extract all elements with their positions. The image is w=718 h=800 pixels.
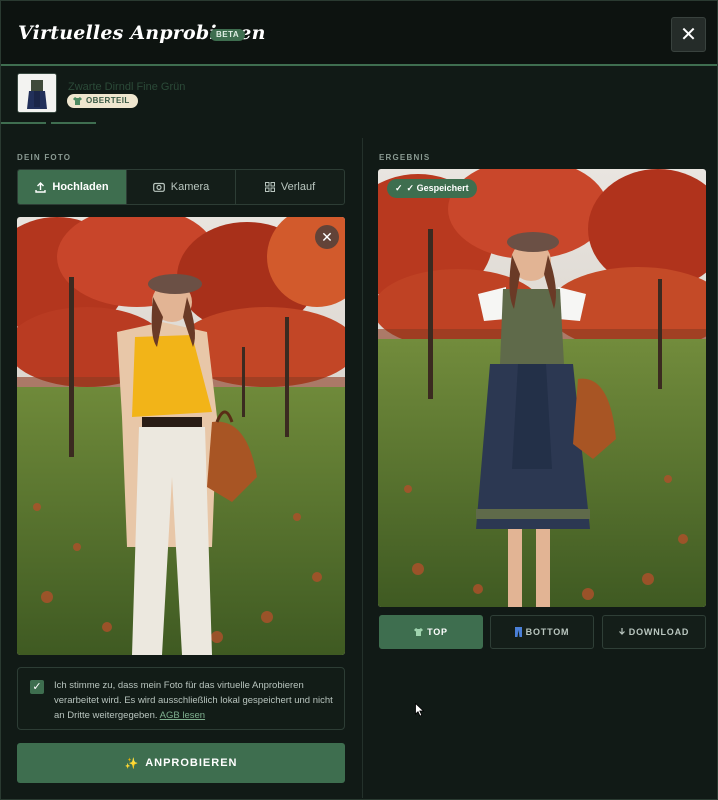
download-button[interactable]: DOWNLOAD	[602, 615, 706, 649]
saved-badge-label: ✓ Gespeichert	[406, 183, 469, 193]
progress-segment-1	[1, 122, 46, 124]
panel-divider	[362, 138, 363, 798]
grid-icon	[264, 182, 275, 192]
progress-segment-2	[51, 122, 96, 124]
product-thumbnail[interactable]	[17, 73, 57, 113]
sparkles-icon: ✨	[124, 757, 140, 770]
download-button-label: DOWNLOAD	[628, 627, 690, 637]
saved-badge: ✓ ✓ Gespeichert	[387, 179, 477, 198]
uploaded-photo	[17, 217, 345, 655]
mouse-cursor-icon	[415, 703, 425, 717]
try-on-button[interactable]: ✨ ANPROBIEREN	[17, 743, 345, 783]
shirt-icon	[414, 628, 424, 636]
close-icon: ✕	[680, 24, 697, 46]
upload-icon	[35, 181, 47, 193]
consent-box: ✓ Ich stimme zu, dass mein Foto für das …	[17, 667, 345, 730]
bottom-button[interactable]: BOTTOM	[490, 615, 594, 649]
tab-history[interactable]: Verlauf	[236, 170, 344, 204]
top-button-label: TOP	[427, 627, 448, 637]
product-bar: Zwarte Dirndl Fine Grün OBERTEIL	[1, 66, 717, 124]
camera-icon	[152, 182, 165, 192]
photo-section-label: DEIN FOTO	[17, 153, 72, 162]
tab-upload[interactable]: Hochladen	[18, 170, 127, 204]
consent-checkbox[interactable]: ✓	[30, 680, 44, 694]
result-photo	[378, 169, 706, 607]
category-tag: OBERTEIL	[67, 94, 138, 108]
close-icon: ✕	[321, 228, 333, 245]
bottom-button-label: BOTTOM	[525, 627, 570, 637]
try-on-button-label: ANPROBIEREN	[145, 757, 238, 769]
top-button[interactable]: TOP	[379, 615, 483, 649]
product-name: Zwarte Dirndl Fine Grün	[68, 81, 186, 93]
download-icon	[618, 628, 625, 635]
photo-source-tabs: Hochladen Kamera Verlauf	[17, 169, 345, 205]
terms-link[interactable]: AGB lesen	[160, 710, 205, 721]
tab-history-label: Verlauf	[280, 181, 316, 193]
try-on-modal: Virtuelles Anprobieren BETA ✕ Zwarte Dir…	[0, 0, 718, 800]
pants-icon	[514, 627, 522, 637]
close-button[interactable]: ✕	[671, 17, 706, 52]
consent-text: Ich stimme zu, dass mein Foto für das vi…	[54, 678, 334, 723]
beta-badge: BETA	[210, 29, 246, 41]
modal-header: Virtuelles Anprobieren BETA ✕	[1, 1, 717, 66]
check-icon: ✓	[395, 183, 403, 193]
tab-camera[interactable]: Kamera	[127, 170, 236, 204]
remove-photo-button[interactable]: ✕	[315, 225, 339, 249]
result-section-label: ERGEBNIS	[379, 153, 431, 162]
shirt-icon	[73, 97, 82, 105]
category-tag-label: OBERTEIL	[86, 96, 130, 105]
tab-camera-label: Kamera	[170, 181, 210, 193]
checkmark-icon: ✓	[32, 681, 42, 693]
tab-upload-label: Hochladen	[52, 181, 109, 193]
